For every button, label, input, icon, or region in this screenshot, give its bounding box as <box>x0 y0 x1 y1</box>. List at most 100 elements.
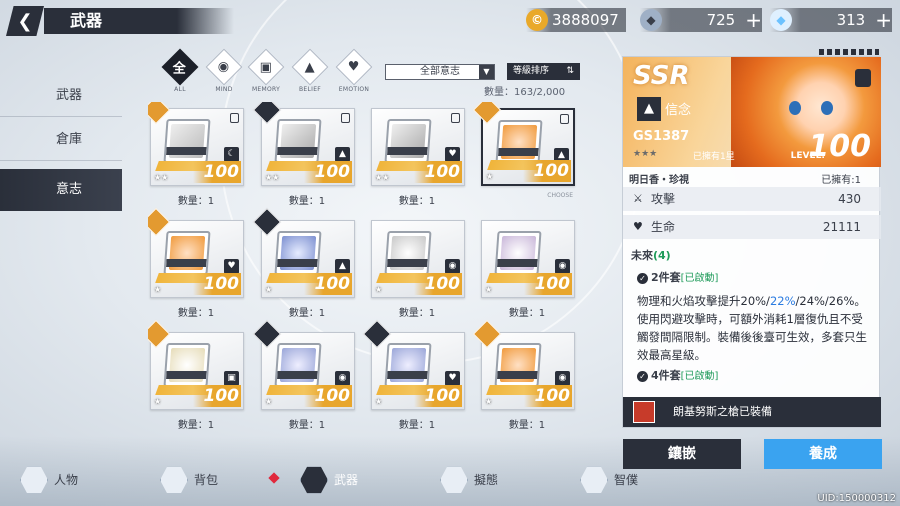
will-card[interactable]: ◉ 100 ★ 數量：1 <box>472 319 581 438</box>
sidebar-item-warehouse[interactable]: 倉庫 <box>0 119 122 161</box>
filter-mind[interactable]: ◉ MIND <box>204 48 244 93</box>
will-portrait <box>163 343 211 387</box>
bottom-tab-bar: 人物 背包 武器 擬態 智僕 <box>0 462 900 496</box>
filter-label: BELIEF <box>298 86 322 93</box>
will-card[interactable]: ♥ 100 ★★ 數量：1 <box>369 102 471 214</box>
tab-weapon[interactable]: 武器 <box>290 466 416 494</box>
sort-button[interactable]: 等級排序 ⇅ <box>507 63 580 80</box>
will-card[interactable]: ♥ 100 ★ 數量：1 <box>362 319 471 438</box>
set-2-label: 2件套 <box>651 271 681 284</box>
type-icon: ▣ <box>224 371 239 386</box>
will-card[interactable]: ☾ 100 ★★ 數量：1 <box>148 102 250 214</box>
stat-hp: ♥ 生命 21111 <box>623 215 881 239</box>
tab-character[interactable]: 人物 <box>10 466 136 494</box>
back-button[interactable]: ❮ <box>6 6 44 36</box>
star-rating: ★★ <box>154 173 169 182</box>
tab-bag[interactable]: 背包 <box>150 466 280 494</box>
type-icon: ◉ <box>555 259 570 274</box>
coin-counter: © 3888097 <box>526 8 626 32</box>
will-card[interactable]: ▣ 100 ★ 數量：1 <box>148 319 250 438</box>
will-level: 100 <box>304 385 352 407</box>
type-icon: ♥ <box>224 259 239 274</box>
filter-label: MIND <box>215 86 233 93</box>
stat-label: 生命 <box>651 220 676 234</box>
will-level: 100 <box>524 273 572 295</box>
will-level: 100 <box>414 385 462 407</box>
tab-label: 擬態 <box>474 473 499 487</box>
star-rating: ★★ <box>375 173 390 182</box>
will-card[interactable]: ▲ 100 ★ 數量：1 <box>252 207 361 326</box>
filter-emotion[interactable]: ♥ EMOTION <box>334 48 374 93</box>
stat-value: 430 <box>838 192 861 206</box>
will-card-selected[interactable]: ▲ 100 ★ CHOOSE <box>472 102 581 214</box>
set-4-label: 4件套 <box>651 369 681 382</box>
belief-icon: ▲ <box>305 59 315 75</box>
set-title: 未來 <box>631 249 653 262</box>
star-rating: ★ <box>154 397 162 406</box>
lock-icon <box>341 113 350 123</box>
will-type-label: 信念 <box>665 103 692 118</box>
filter-all[interactable]: 全 ALL <box>160 48 200 93</box>
will-portrait <box>163 119 211 163</box>
rarity-label: SSR <box>633 61 690 91</box>
emotion-icon: ♥ <box>348 59 360 75</box>
will-card[interactable]: ♥ 100 ★ 數量：1 <box>148 207 250 326</box>
will-card[interactable]: ◉ 100 ★ 數量：1 <box>369 214 471 326</box>
type-icon: ◉ <box>445 259 460 274</box>
filter-memory[interactable]: ▣ MEMORY <box>246 48 286 93</box>
will-type-dropdown[interactable]: 全部意志 ▼ <box>385 64 495 80</box>
sort-label: 等級排序 <box>513 66 550 76</box>
desc-part: 物理和火焰攻擊提升20%/ <box>637 294 770 308</box>
filter-belief[interactable]: ▲ BELIEF <box>290 48 330 93</box>
will-portrait <box>274 119 322 163</box>
star-rating: ★★★ <box>633 149 658 159</box>
diamond-add-button[interactable]: + <box>875 8 892 32</box>
check-icon: ✓ <box>637 370 648 382</box>
lock-icon[interactable] <box>855 69 871 87</box>
crystal-add-button[interactable]: + <box>745 8 762 32</box>
tab-mimicry[interactable]: 擬態 <box>430 466 556 494</box>
will-quantity: 數量：1 <box>398 420 436 431</box>
user-id: UID:150000312 <box>817 493 896 504</box>
stat-attack: ⚔ 攻擊 430 <box>623 187 881 211</box>
will-level: 100 <box>523 160 571 182</box>
will-detail-panel: SSR ▲ 信念 GS1387 ★★★ 已擁有1星 LEVEL: 100 明日香… <box>622 49 881 428</box>
memory-icon: ▣ <box>259 59 273 75</box>
servant-icon <box>580 466 608 494</box>
set-name: 未來(4) <box>631 247 671 263</box>
chevron-down-icon: ▼ <box>479 65 494 79</box>
filter-label: EMOTION <box>338 86 370 93</box>
decorative-stripes <box>819 49 879 55</box>
will-card[interactable]: ▲ 100 ★★ 數量：1 <box>252 102 361 214</box>
will-quantity: 數量：1 <box>398 196 436 207</box>
level-value: 100 <box>808 129 871 164</box>
star-rating: ★★ <box>265 173 280 182</box>
stat-label: 攻擊 <box>651 192 676 206</box>
type-icon: ♥ <box>445 371 460 386</box>
notification-dot <box>268 472 280 484</box>
star-rating: ★ <box>265 285 273 294</box>
lock-icon <box>451 113 460 123</box>
heart-icon: ♥ <box>633 220 643 233</box>
will-code: GS1387 <box>633 129 690 144</box>
will-quantity: 數量：1 <box>288 308 326 319</box>
tab-label: 智僕 <box>614 473 639 487</box>
will-level: 100 <box>304 273 352 295</box>
weapon-icon <box>633 401 655 423</box>
will-card[interactable]: ◉ 100 ★ 數量：1 <box>252 319 361 438</box>
sword-icon: ⚔ <box>633 192 643 205</box>
type-icon: ▲ <box>335 259 350 274</box>
sidebar-item-will[interactable]: 意志 <box>0 169 122 211</box>
tab-servant[interactable]: 智僕 <box>570 466 696 494</box>
will-card[interactable]: ◉ 100 ★ 數量：1 <box>479 214 581 326</box>
coin-value: 3888097 <box>552 11 619 29</box>
type-icon: ♥ <box>445 147 460 162</box>
filter-label: MEMORY <box>251 86 281 93</box>
sidebar-item-weapon[interactable]: 武器 <box>0 75 122 117</box>
type-icon: ◉ <box>335 371 350 386</box>
will-level: 100 <box>193 385 241 407</box>
will-portrait <box>274 343 322 387</box>
will-portrait <box>384 343 432 387</box>
tab-label: 背包 <box>194 473 219 487</box>
character-icon <box>20 466 48 494</box>
